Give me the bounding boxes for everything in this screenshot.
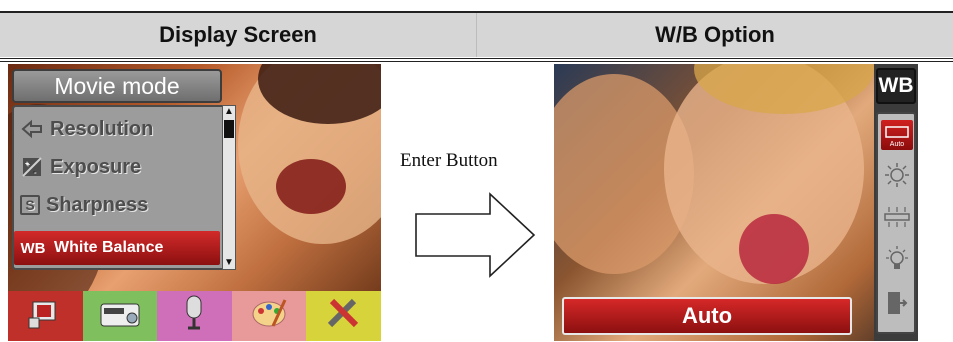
menu-scrollbar[interactable]: ▲ ▼ — [222, 105, 236, 270]
wb-option-tungsten[interactable] — [881, 245, 913, 278]
fluorescent-icon — [883, 205, 911, 234]
tab-setup[interactable] — [306, 291, 381, 341]
display-screen-left: Movie mode Resolution + - Exposure S Shar… — [8, 64, 381, 341]
tungsten-icon — [884, 245, 910, 278]
resolution-icon — [20, 118, 44, 140]
menu-item-resolution[interactable]: Resolution — [20, 113, 216, 145]
sharpness-icon: S — [20, 195, 40, 215]
menu-list: Resolution + - Exposure S Sharpness WB Wh… — [12, 105, 234, 270]
svg-text:+: + — [25, 161, 29, 168]
table-header: Display Screen W/B Option — [0, 13, 953, 57]
daylight-icon — [884, 162, 910, 193]
menu-item-label: Sharpness — [46, 193, 149, 216]
scroll-up-icon[interactable]: ▲ — [224, 107, 234, 117]
mode-tab-bar — [8, 291, 381, 341]
wb-option-exit[interactable] — [881, 290, 913, 320]
svg-text:-: - — [33, 167, 36, 176]
menu-item-label: Resolution — [50, 117, 154, 140]
tab-camera[interactable] — [82, 291, 158, 341]
exit-icon — [886, 290, 908, 321]
menu-item-label: Exposure — [50, 155, 142, 178]
menu-item-exposure[interactable]: + - Exposure — [20, 151, 216, 183]
tab-movie[interactable] — [8, 291, 83, 341]
white-balance-icon: WB — [20, 239, 46, 257]
scroll-down-icon[interactable]: ▼ — [224, 258, 234, 268]
wb-option-fluorescent[interactable] — [881, 204, 913, 234]
photo-tongue — [739, 214, 809, 284]
camcorder-icon — [25, 296, 65, 337]
tab-effects[interactable] — [231, 291, 307, 341]
scroll-thumb[interactable] — [224, 120, 234, 138]
photo-mouth — [276, 159, 346, 214]
wb-option-auto[interactable]: Auto — [881, 120, 913, 150]
wb-option-rail: WB Auto — [874, 64, 918, 341]
wb-status-bar: Auto — [562, 297, 852, 335]
tab-audio[interactable] — [157, 291, 232, 341]
menu-item-sharpness[interactable]: S Sharpness — [20, 189, 216, 221]
header-bottom-rule — [0, 58, 953, 59]
microphone-icon — [179, 294, 209, 339]
wb-option-daylight[interactable] — [881, 162, 913, 192]
display-screen-heading: Display Screen — [0, 13, 477, 57]
menu-item-label: White Balance — [54, 239, 164, 256]
exposure-icon: + - — [20, 156, 44, 178]
tools-icon — [324, 295, 364, 338]
menu-title: Movie mode — [12, 69, 222, 103]
movie-mode-menu: Movie mode Resolution + - Exposure S Shar… — [10, 69, 260, 272]
display-screen-right: WB Auto Auto — [554, 64, 918, 341]
auto-wb-label: Auto — [889, 141, 905, 148]
menu-item-white-balance[interactable]: WB White Balance — [14, 231, 220, 265]
camera-icon — [98, 298, 142, 335]
header-bottom-rule-2 — [0, 61, 953, 62]
wb-option-heading: W/B Option — [655, 22, 775, 47]
palette-icon — [249, 296, 289, 337]
wb-option-list: Auto — [876, 112, 916, 334]
enter-button-label: Enter Button — [400, 150, 498, 171]
wb-badge: WB — [876, 68, 916, 104]
right-arrow-icon — [415, 192, 536, 278]
